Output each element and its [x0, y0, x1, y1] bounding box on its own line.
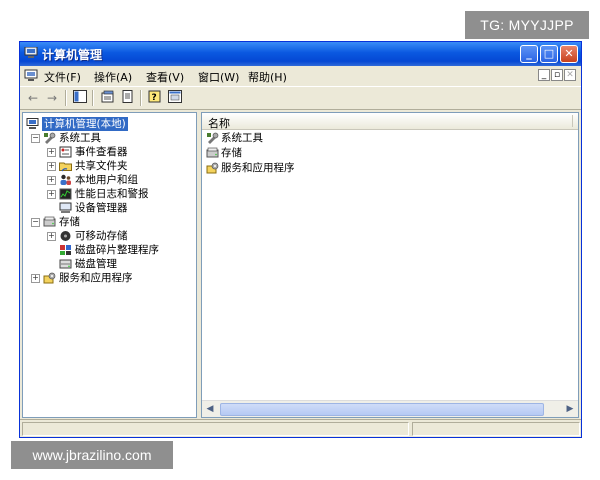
tree-pane: 计算机管理(本地) − 系统工具 + 事件查看器 + 共享文件夹 + 本地用户和…: [22, 112, 197, 418]
disk-management-icon: [59, 258, 72, 270]
child-minimize-button[interactable]: _: [538, 69, 550, 81]
column-header-name[interactable]: 名称: [208, 115, 230, 131]
svg-text:?: ?: [152, 93, 157, 103]
list-item-label: 系统工具: [221, 132, 263, 144]
expand-icon[interactable]: +: [47, 176, 56, 185]
properties-icon[interactable]: [100, 90, 116, 106]
menu-file[interactable]: 文件(F): [44, 69, 81, 85]
mmc-console-icon[interactable]: [24, 69, 38, 82]
show-hide-tree-icon[interactable]: [72, 90, 88, 106]
tree-label-perf-logs: 性能日志和警报: [75, 188, 149, 200]
toolbar-separator: [92, 90, 94, 106]
tree-label-device-manager: 设备管理器: [75, 202, 128, 214]
toolbar-separator: [140, 90, 142, 106]
menu-window[interactable]: 窗口(W): [198, 69, 239, 85]
close-button[interactable]: ✕: [560, 45, 578, 63]
toolbar: ← → ?: [20, 86, 581, 110]
title-bar[interactable]: 计算机管理 _ □ ✕: [20, 42, 581, 66]
maximize-button[interactable]: □: [540, 45, 558, 63]
services-icon: [206, 162, 219, 174]
storage-icon: [206, 147, 219, 159]
expand-icon[interactable]: +: [47, 190, 56, 199]
expand-icon[interactable]: +: [31, 274, 40, 283]
forward-arrow-icon[interactable]: →: [44, 90, 60, 106]
expand-icon[interactable]: +: [47, 162, 56, 171]
scroll-right-icon[interactable]: ▶: [563, 402, 577, 416]
child-restore-button[interactable]: ▫: [551, 69, 563, 81]
tree-label-removable-storage: 可移动存储: [75, 230, 128, 242]
horizontal-scrollbar[interactable]: ◀ ▶: [202, 400, 578, 417]
menu-action[interactable]: 操作(A): [94, 69, 132, 85]
tree-label-defrag: 磁盘碎片整理程序: [75, 244, 159, 256]
device-manager-icon: [59, 202, 72, 214]
collapse-icon[interactable]: −: [31, 218, 40, 227]
computer-management-icon: [24, 46, 38, 59]
window-title: 计算机管理: [42, 48, 103, 62]
tree-label-services-apps: 服务和应用程序: [59, 272, 133, 284]
computer-management-icon: [26, 118, 39, 130]
performance-icon: [59, 188, 72, 200]
tree-label-shared-folders: 共享文件夹: [75, 160, 128, 172]
scroll-left-icon[interactable]: ◀: [203, 402, 217, 416]
defrag-icon: [59, 244, 72, 256]
shared-folder-icon: [59, 160, 72, 172]
column-divider[interactable]: [572, 115, 573, 127]
removable-storage-icon: [59, 230, 72, 242]
tree-label-disk-management: 磁盘管理: [75, 258, 117, 270]
console-window-icon[interactable]: [167, 90, 183, 106]
export-list-icon[interactable]: [120, 90, 136, 106]
tools-icon: [206, 132, 219, 144]
tools-icon: [43, 132, 56, 144]
toolbar-separator: [65, 90, 67, 106]
tree-label-root: 计算机管理(本地): [42, 117, 128, 131]
list-item-label: 存储: [221, 147, 242, 159]
services-icon: [43, 272, 56, 284]
tree-label-event-viewer: 事件查看器: [75, 146, 128, 158]
scrollbar-thumb[interactable]: [220, 403, 544, 416]
computer-management-window: 计算机管理 _ □ ✕ 文件(F) 操作(A) 查看(V) 窗口(W) 帮助(H…: [19, 41, 582, 438]
menu-view[interactable]: 查看(V): [146, 69, 184, 85]
tree-label-storage: 存储: [59, 216, 80, 228]
tree-label-local-users: 本地用户和组: [75, 174, 138, 186]
help-icon[interactable]: ?: [147, 90, 163, 106]
status-bar: [20, 419, 581, 437]
status-segment: [22, 422, 409, 436]
child-close-button[interactable]: ✕: [564, 69, 576, 81]
tree-label-system-tools: 系统工具: [59, 132, 101, 144]
users-icon: [59, 174, 72, 186]
storage-icon: [43, 216, 56, 228]
watermark-top: TG: MYYJJPP: [465, 11, 589, 39]
list-header: 名称: [202, 113, 578, 130]
expand-icon[interactable]: +: [47, 232, 56, 241]
collapse-icon[interactable]: −: [31, 134, 40, 143]
list-item-label: 服务和应用程序: [221, 162, 295, 174]
status-segment: [412, 422, 580, 436]
list-pane: 名称 系统工具 存储 服务和应用程序 ◀ ▶: [201, 112, 579, 418]
back-arrow-icon[interactable]: ←: [25, 90, 41, 106]
event-viewer-icon: [59, 146, 72, 158]
watermark-bottom: www.jbrazilino.com: [11, 441, 173, 469]
minimize-button[interactable]: _: [520, 45, 538, 63]
menu-help[interactable]: 帮助(H): [248, 69, 287, 85]
menu-bar: 文件(F) 操作(A) 查看(V) 窗口(W) 帮助(H) _ ▫ ✕: [20, 66, 581, 86]
expand-icon[interactable]: +: [47, 148, 56, 157]
